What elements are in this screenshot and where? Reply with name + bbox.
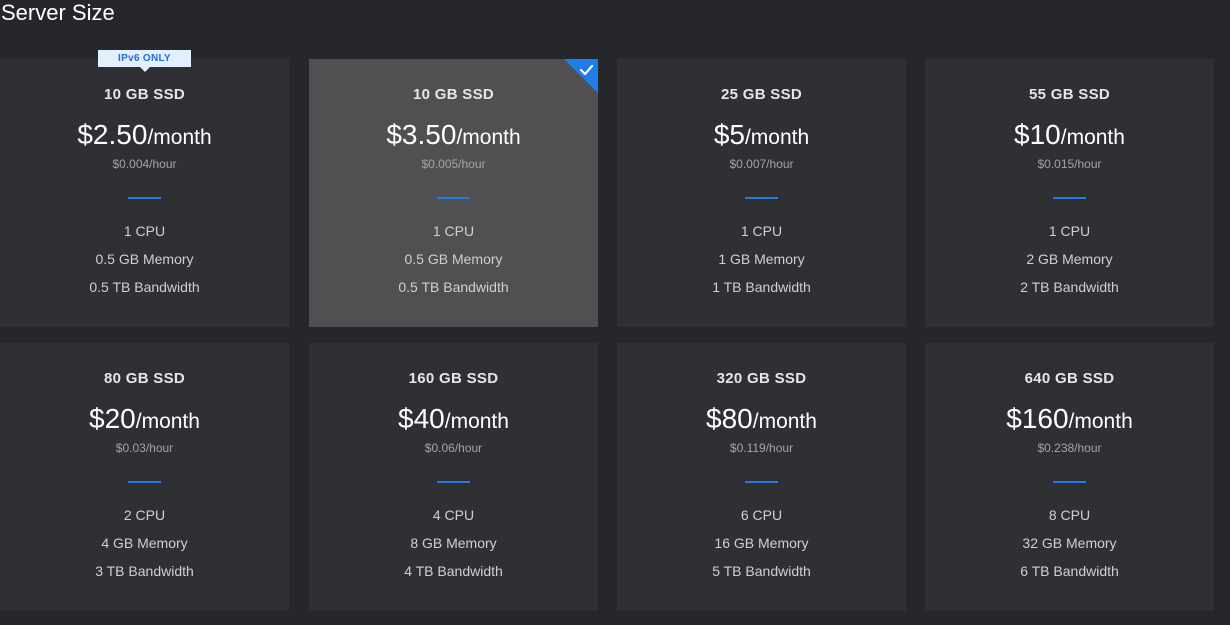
- plan-cpu: 1 CPU: [1048, 223, 1091, 239]
- plan-hourly-price: $0.015/hour: [1037, 157, 1102, 171]
- plan-cpu: 1 CPU: [740, 223, 783, 239]
- plan-price-period: /month: [147, 126, 212, 149]
- plan-price: $5/month: [617, 119, 906, 156]
- plan-price: $3.50/month: [309, 119, 598, 156]
- plan-memory: 16 GB Memory: [714, 535, 809, 551]
- plan-price-amount: $40: [398, 403, 445, 434]
- plan-cpu: 8 CPU: [1048, 507, 1091, 523]
- plan-bandwidth: 4 TB Bandwidth: [404, 563, 503, 579]
- plan-divider: [1053, 481, 1086, 483]
- plan-memory: 0.5 GB Memory: [404, 251, 503, 267]
- plan-card-10gb[interactable]: 10 GB SSD $3.50/month $0.005/hour 1 CPU …: [309, 59, 598, 327]
- plan-price-amount: $10: [1014, 119, 1061, 150]
- plan-card-55gb[interactable]: 55 GB SSD $10/month $0.015/hour 1 CPU 2 …: [925, 59, 1214, 327]
- ipv6-only-badge: IPv6 ONLY: [98, 50, 191, 72]
- plan-card-320gb[interactable]: 320 GB SSD $80/month $0.119/hour 6 CPU 1…: [617, 343, 906, 611]
- plan-disk: 320 GB SSD: [716, 370, 807, 387]
- plan-memory: 8 GB Memory: [410, 535, 497, 551]
- plan-hourly-price: $0.007/hour: [729, 157, 794, 171]
- plan-disk: 55 GB SSD: [1028, 86, 1111, 103]
- plan-bandwidth: 6 TB Bandwidth: [1020, 563, 1119, 579]
- plan-price-period: /month: [752, 410, 817, 433]
- plan-hourly-price: $0.005/hour: [421, 157, 486, 171]
- plan-divider: [437, 481, 470, 483]
- plan-divider: [745, 197, 778, 199]
- plan-divider: [1053, 197, 1086, 199]
- plan-card-80gb[interactable]: 80 GB SSD $20/month $0.03/hour 2 CPU 4 G…: [0, 343, 289, 611]
- plan-card-10gb-ipv6[interactable]: IPv6 ONLY 10 GB SSD $2.50/month $0.004/h…: [0, 50, 289, 327]
- plan-hourly-price: $0.03/hour: [115, 441, 174, 455]
- plan-price-amount: $160: [1006, 403, 1069, 434]
- plan-memory: 4 GB Memory: [101, 535, 188, 551]
- plan-disk: 25 GB SSD: [720, 86, 803, 103]
- plan-bandwidth: 0.5 TB Bandwidth: [398, 279, 509, 295]
- plan-disk: 10 GB SSD: [412, 86, 495, 103]
- plan-bandwidth: 1 TB Bandwidth: [712, 279, 811, 295]
- plan-divider: [128, 481, 161, 483]
- plan-memory: 1 GB Memory: [718, 251, 805, 267]
- plan-price-amount: $3.50: [386, 119, 457, 150]
- plan-price-amount: $2.50: [77, 119, 148, 150]
- plan-bandwidth: 5 TB Bandwidth: [712, 563, 811, 579]
- plan-card-160gb[interactable]: 160 GB SSD $40/month $0.06/hour 4 CPU 8 …: [309, 343, 598, 611]
- plan-price-amount: $80: [706, 403, 753, 434]
- plan-price: $20/month: [0, 403, 289, 440]
- plan-cpu: 6 CPU: [740, 507, 783, 523]
- plan-bandwidth: 3 TB Bandwidth: [95, 563, 194, 579]
- plan-cpu: 4 CPU: [432, 507, 475, 523]
- plan-cpu: 1 CPU: [432, 223, 475, 239]
- plan-memory: 32 GB Memory: [1022, 535, 1117, 551]
- plan-divider: [128, 197, 161, 199]
- plan-memory: 2 GB Memory: [1026, 251, 1113, 267]
- plan-cpu: 1 CPU: [123, 223, 166, 239]
- plan-price: $40/month: [309, 403, 598, 440]
- plan-price-period: /month: [444, 410, 509, 433]
- page-title: Server Size: [1, 0, 115, 25]
- plan-hourly-price: $0.004/hour: [112, 157, 177, 171]
- plan-price-period: /month: [1068, 410, 1133, 433]
- plan-disk: 10 GB SSD: [103, 86, 186, 103]
- plan-price-amount: $5: [713, 119, 745, 150]
- plan-divider: [437, 197, 470, 199]
- plan-hourly-price: $0.06/hour: [424, 441, 483, 455]
- plan-price-period: /month: [135, 410, 200, 433]
- plan-disk: 640 GB SSD: [1024, 370, 1115, 387]
- plan-card-25gb[interactable]: 25 GB SSD $5/month $0.007/hour 1 CPU 1 G…: [617, 59, 906, 327]
- plan-hourly-price: $0.119/hour: [729, 441, 794, 455]
- plan-bandwidth: 0.5 TB Bandwidth: [89, 279, 200, 295]
- plan-memory: 0.5 GB Memory: [95, 251, 194, 267]
- plan-price: $2.50/month: [0, 119, 289, 156]
- plan-price: $80/month: [617, 403, 906, 440]
- plan-price: $160/month: [925, 403, 1214, 440]
- plan-cpu: 2 CPU: [123, 507, 166, 523]
- plan-divider: [745, 481, 778, 483]
- plan-disk: 160 GB SSD: [408, 370, 499, 387]
- plan-price-amount: $20: [89, 403, 136, 434]
- plan-price: $10/month: [925, 119, 1214, 156]
- plan-disk: 80 GB SSD: [103, 370, 186, 387]
- plan-card-640gb[interactable]: 640 GB SSD $160/month $0.238/hour 8 CPU …: [925, 343, 1214, 611]
- plan-price-period: /month: [744, 126, 810, 149]
- plan-price-period: /month: [456, 126, 521, 149]
- plan-price-period: /month: [1060, 126, 1125, 149]
- plan-bandwidth: 2 TB Bandwidth: [1020, 279, 1119, 295]
- plan-hourly-price: $0.238/hour: [1037, 441, 1102, 455]
